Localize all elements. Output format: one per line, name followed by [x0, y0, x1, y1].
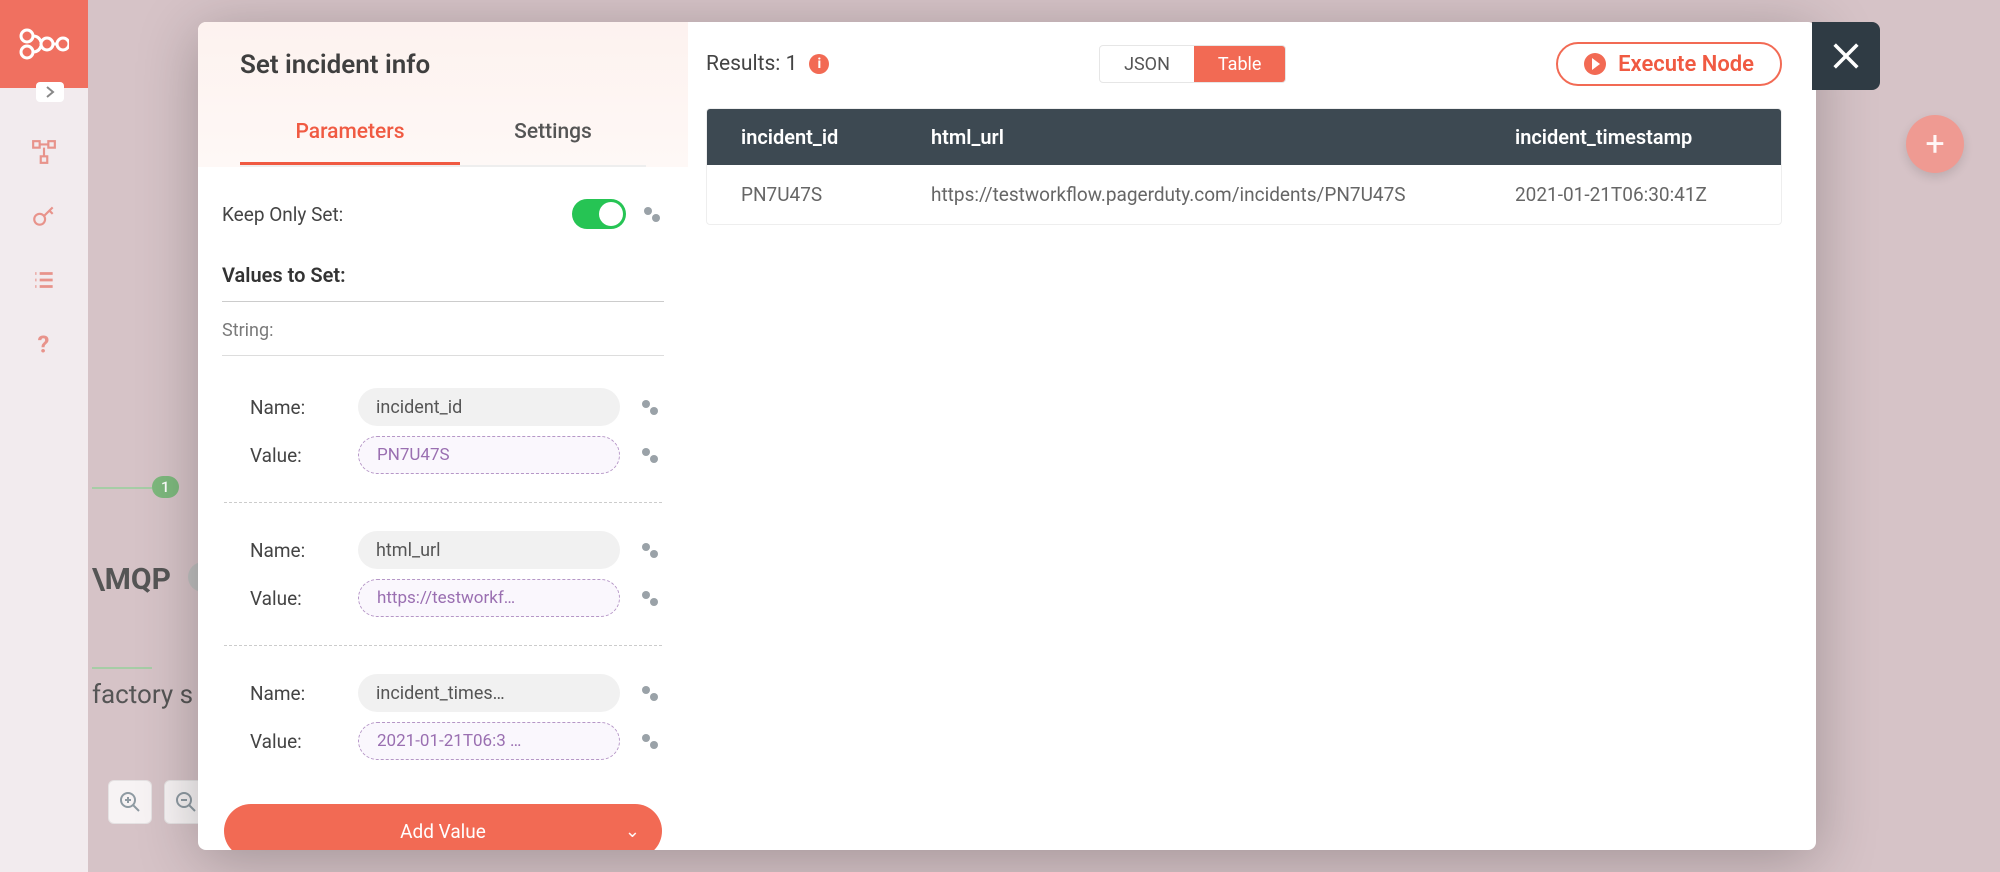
zoom-out-icon: [175, 791, 197, 813]
execute-node-label: Execute Node: [1618, 52, 1754, 77]
gears-icon: [638, 586, 662, 610]
keep-only-set-row: Keep Only Set:: [218, 193, 668, 235]
panel-header: Set incident info Parameters Settings: [198, 22, 688, 167]
add-value-label: Add Value: [400, 820, 486, 843]
sidebar-item-credentials[interactable]: [30, 202, 58, 230]
plus-icon: +: [1925, 124, 1944, 164]
field-value-label: Value:: [250, 444, 340, 467]
gears-icon: [638, 538, 662, 562]
param-options-button[interactable]: [638, 586, 662, 610]
view-json-button[interactable]: JSON: [1100, 46, 1194, 82]
close-modal-button[interactable]: [1812, 22, 1880, 90]
svg-text:?: ?: [38, 331, 50, 357]
node-editor-modal: Set incident info Parameters Settings Ke…: [198, 22, 1816, 850]
field-name-label: Name:: [250, 682, 340, 705]
help-icon: ?: [31, 331, 57, 357]
panel-tabs: Parameters Settings: [240, 106, 646, 167]
canvas-node-amqp-label: \MQP: [92, 562, 171, 597]
gears-icon: [640, 202, 664, 226]
column-header: incident_id: [707, 109, 897, 165]
sidebar-item-workflows[interactable]: [30, 138, 58, 166]
canvas-edge: [92, 667, 152, 669]
keep-only-set-toggle[interactable]: [572, 199, 626, 229]
execute-node-button[interactable]: Execute Node: [1556, 42, 1782, 86]
name-input[interactable]: incident_id: [358, 388, 620, 426]
string-subheading: String:: [222, 320, 664, 356]
n8n-logo-icon: [19, 22, 69, 66]
chevron-down-icon: ⌄: [625, 821, 640, 842]
view-toggle: JSON Table: [1099, 45, 1286, 83]
results-count-label: Results: 1: [706, 52, 797, 76]
chevron-right-icon: [44, 86, 56, 98]
app-logo[interactable]: [0, 0, 88, 88]
play-icon: [1584, 53, 1606, 75]
zoom-in-icon: [119, 791, 141, 813]
string-value-group: Name: incident_times… Value: 2021-01-21T…: [218, 650, 668, 784]
param-options-button[interactable]: [638, 729, 662, 753]
table-header: incident_id html_url incident_timestamp: [707, 109, 1781, 165]
param-options-button[interactable]: [640, 202, 664, 226]
value-expression[interactable]: 2021-01-21T06:3 …: [358, 722, 620, 760]
field-value-label: Value:: [250, 587, 340, 610]
workflow-icon: [31, 139, 57, 165]
value-expression[interactable]: PN7U47S: [358, 436, 620, 474]
tab-parameters[interactable]: Parameters: [240, 106, 460, 165]
string-value-group: Name: incident_id Value: PN7U47S: [218, 364, 668, 498]
param-options-button[interactable]: [638, 681, 662, 705]
sidebar-item-help[interactable]: ?: [30, 330, 58, 358]
keep-only-set-label: Keep Only Set:: [222, 203, 343, 226]
output-table: incident_id html_url incident_timestamp …: [706, 108, 1782, 225]
canvas-node-factory-label: factory s: [92, 680, 193, 710]
canvas-edge: [92, 487, 152, 489]
key-icon: [31, 203, 57, 229]
add-value-button[interactable]: Add Value ⌄: [224, 804, 662, 850]
name-input[interactable]: incident_times…: [358, 674, 620, 712]
panel-body: Keep Only Set: Values to Set: String: Na…: [198, 167, 688, 850]
list-icon: [31, 267, 57, 293]
zoom-in-button[interactable]: [108, 780, 152, 824]
edge-count-badge: 1: [152, 476, 179, 498]
param-options-button[interactable]: [638, 538, 662, 562]
close-icon: [1829, 39, 1863, 73]
field-name-label: Name:: [250, 396, 340, 419]
name-input[interactable]: html_url: [358, 531, 620, 569]
gears-icon: [638, 443, 662, 467]
param-options-button[interactable]: [638, 443, 662, 467]
table-cell: 2021-01-21T06:30:41Z: [1481, 165, 1781, 224]
param-options-button[interactable]: [638, 395, 662, 419]
left-rail: ?: [0, 0, 88, 872]
rail-expand-chevron[interactable]: [36, 82, 64, 102]
add-node-button[interactable]: +: [1906, 115, 1964, 173]
field-value-label: Value:: [250, 730, 340, 753]
table-cell: https://testworkflow.pagerduty.com/incid…: [897, 165, 1481, 224]
gears-icon: [638, 729, 662, 753]
group-divider: [224, 502, 662, 503]
output-toolbar: Results: 1 i JSON Table Execute Node: [706, 42, 1782, 86]
zoom-controls: [108, 780, 208, 824]
gears-icon: [638, 395, 662, 419]
column-header: html_url: [897, 109, 1481, 165]
tab-settings[interactable]: Settings: [460, 106, 646, 165]
column-header: incident_timestamp: [1481, 109, 1781, 165]
table-row: PN7U47S https://testworkflow.pagerduty.c…: [707, 165, 1781, 224]
view-table-button[interactable]: Table: [1194, 46, 1286, 82]
node-parameters-panel: Set incident info Parameters Settings Ke…: [198, 22, 688, 850]
node-title: Set incident info: [240, 50, 646, 80]
group-divider: [224, 645, 662, 646]
sidebar-item-executions[interactable]: [30, 266, 58, 294]
gears-icon: [638, 681, 662, 705]
node-output-panel: Results: 1 i JSON Table Execute Node inc…: [688, 22, 1816, 850]
field-name-label: Name:: [250, 539, 340, 562]
string-value-group: Name: html_url Value: https://testworkf…: [218, 507, 668, 641]
values-to-set-heading: Values to Set:: [222, 263, 664, 302]
info-icon[interactable]: i: [809, 54, 829, 74]
value-expression[interactable]: https://testworkf…: [358, 579, 620, 617]
table-cell: PN7U47S: [707, 165, 897, 224]
